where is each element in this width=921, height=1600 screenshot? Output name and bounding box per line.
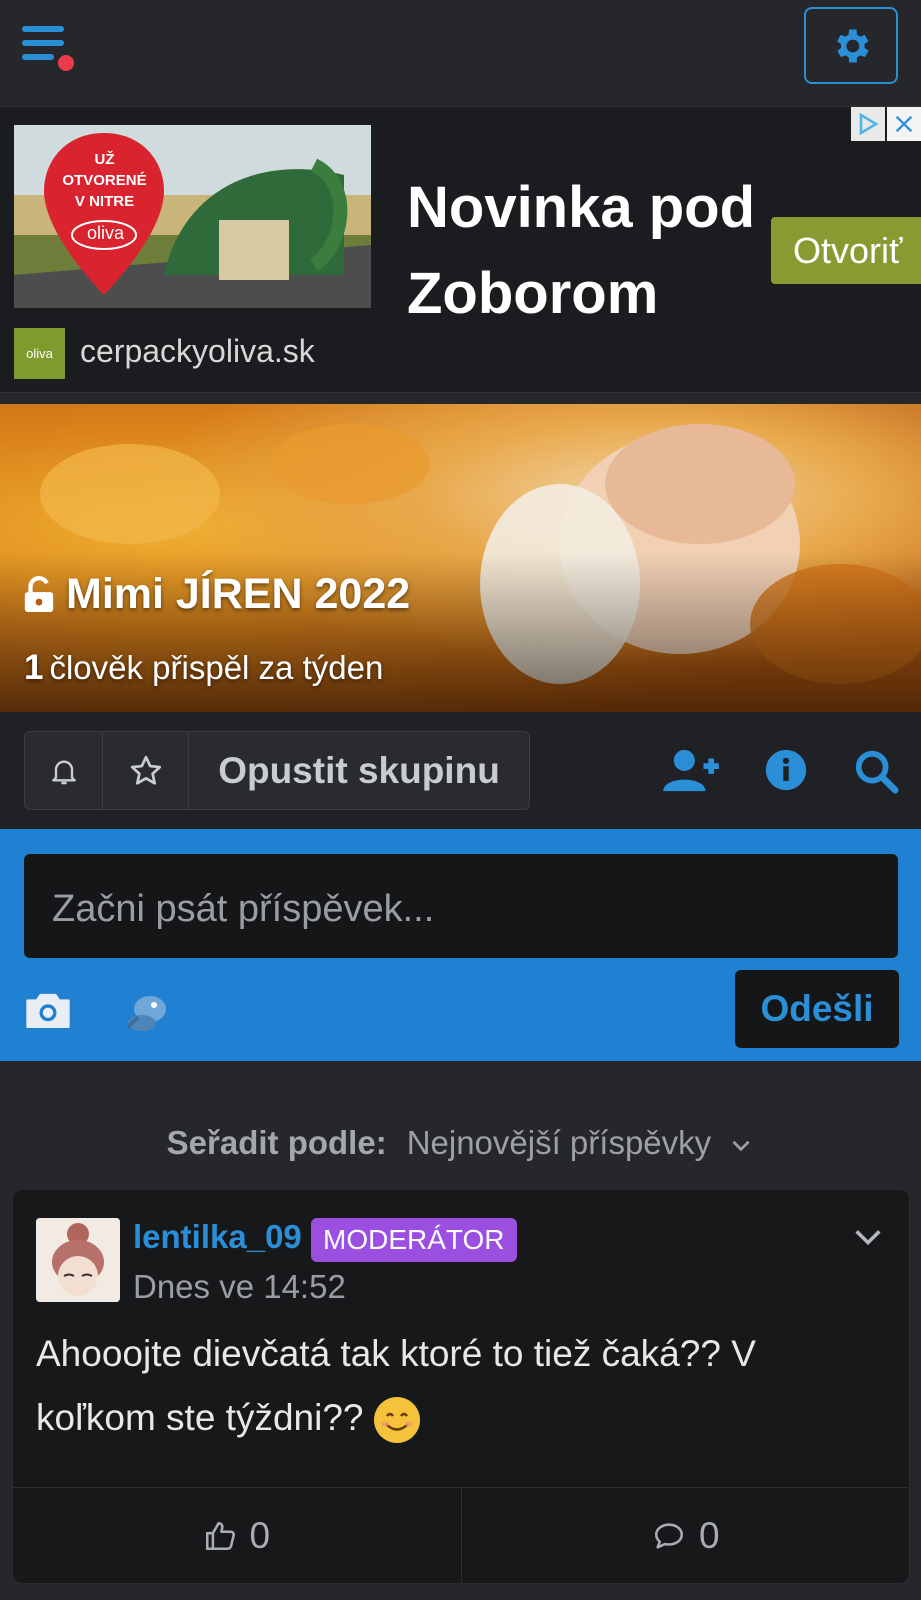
add-photo-button[interactable] <box>24 989 72 1036</box>
ad-close-button[interactable] <box>887 107 921 141</box>
contributor-text: člověk přispěl za týden <box>49 649 384 686</box>
camera-icon <box>26 993 70 1029</box>
bell-icon <box>51 760 76 784</box>
leave-group-label: Opustit skupinu <box>218 749 500 791</box>
ad-badge-line-1: UŽ <box>94 151 115 168</box>
ad-brand: oliva <box>87 223 125 243</box>
group-search-button[interactable] <box>853 748 899 799</box>
notifications-button[interactable] <box>25 732 103 809</box>
settings-button[interactable] <box>804 7 898 84</box>
info-icon <box>765 749 807 791</box>
ad-badge-line-2: OTVORENÉ <box>62 172 147 189</box>
like-count: 0 <box>249 1514 271 1556</box>
sort-control[interactable]: Seřadit podle: Nejnovější příspěvky <box>0 1124 921 1162</box>
invite-member-button[interactable] <box>663 747 721 798</box>
ad-headline[interactable]: Novinka pod Zoborom <box>407 165 767 337</box>
add-sticker-button[interactable] <box>120 987 174 1040</box>
add-user-icon <box>663 749 719 792</box>
search-icon <box>855 750 899 794</box>
post-composer: Začni psát příspěvek... Odešli <box>0 829 921 1061</box>
notification-dot <box>55 52 77 74</box>
favorite-button[interactable] <box>103 732 189 809</box>
post-card: lentilka_09 MODERÁTOR Dnes ve 14:52 Ahoo… <box>12 1189 910 1584</box>
group-title-text: Mimi JÍREN 2022 <box>66 570 411 618</box>
post-footer: 0 0 <box>13 1487 909 1583</box>
post-options-button[interactable] <box>851 1220 885 1259</box>
top-bar <box>0 0 921 97</box>
lock-icon <box>24 575 54 612</box>
group-button-group: Opustit skupinu <box>24 731 530 810</box>
post-author[interactable]: lentilka_09 <box>133 1218 302 1256</box>
sticker-icon <box>126 996 166 1031</box>
comment-count: 0 <box>698 1514 720 1556</box>
group-action-bar: Opustit skupinu <box>0 712 921 829</box>
gear-icon <box>837 29 869 62</box>
sort-label: Seřadit podle: <box>166 1124 387 1161</box>
group-info-button[interactable] <box>764 748 808 797</box>
menu-button[interactable] <box>22 26 82 76</box>
contributor-count: 1 <box>24 648 44 687</box>
group-cover: Mimi JÍREN 2022 1 člověk přispěl za týden <box>0 404 921 712</box>
ad-domain[interactable]: cerpackyoliva.sk <box>80 333 315 370</box>
sort-value[interactable]: Nejnovější příspěvky <box>407 1124 711 1161</box>
close-icon <box>895 115 913 133</box>
advertisement[interactable]: UŽ OTVORENÉ V NITRE oliva oliva cerpacky… <box>0 106 921 393</box>
like-button[interactable]: 0 <box>13 1488 462 1583</box>
ad-image[interactable]: UŽ OTVORENÉ V NITRE oliva <box>14 125 371 308</box>
ad-logo[interactable]: oliva <box>14 328 65 379</box>
ad-choices-icon <box>859 112 879 136</box>
leave-group-button[interactable]: Opustit skupinu <box>189 732 529 809</box>
ad-badge-line-3: V NITRE <box>74 193 135 210</box>
group-activity: 1 člověk přispěl za týden <box>24 648 383 688</box>
send-post-button[interactable]: Odešli <box>735 970 899 1048</box>
thumbs-up-icon <box>206 1521 236 1550</box>
group-title: Mimi JÍREN 2022 <box>22 570 410 619</box>
post-input[interactable]: Začni psát příspěvek... <box>24 854 898 958</box>
ad-choices-button[interactable] <box>851 107 885 141</box>
star-icon <box>130 755 161 785</box>
comment-icon <box>654 1522 683 1549</box>
avatar[interactable] <box>36 1218 120 1302</box>
moderator-badge: MODERÁTOR <box>311 1218 517 1262</box>
chevron-down-icon <box>855 1230 881 1246</box>
post-time: Dnes ve 14:52 <box>133 1268 346 1305</box>
chevron-down-icon <box>732 1141 750 1152</box>
smile-emoji-icon <box>373 1397 420 1444</box>
post-body: Ahooojte dievčatá tak ktoré to tiež čaká… <box>36 1322 876 1450</box>
comment-button[interactable]: 0 <box>462 1488 910 1583</box>
ad-open-button[interactable]: Otvoriť <box>771 217 921 284</box>
